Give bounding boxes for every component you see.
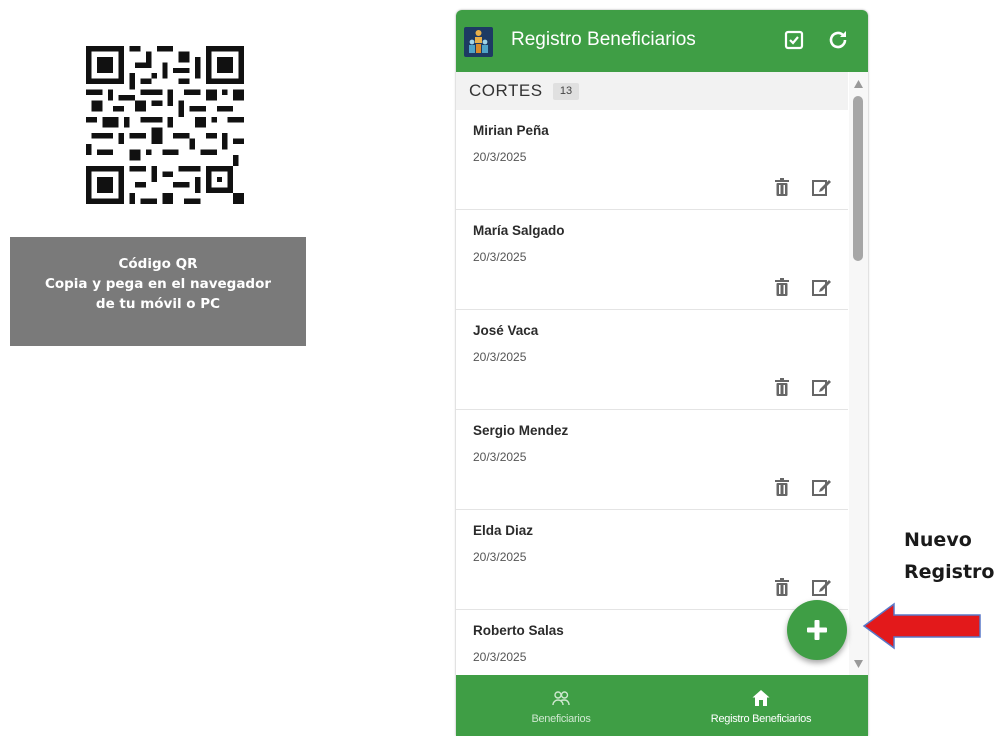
refresh-icon[interactable] bbox=[826, 28, 850, 52]
home-icon bbox=[752, 690, 770, 706]
trash-icon[interactable] bbox=[774, 178, 790, 196]
app-window: Registro Beneficiarios CORTES 13 Mirian … bbox=[456, 10, 868, 736]
scrollbar[interactable] bbox=[849, 72, 868, 676]
record-name: Sergio Mendez bbox=[473, 423, 569, 438]
red-arrow-icon bbox=[862, 602, 981, 650]
record-name: Roberto Salas bbox=[473, 623, 564, 638]
annotation-line: Registro bbox=[904, 561, 995, 583]
edit-icon[interactable] bbox=[812, 178, 832, 196]
record-card[interactable]: José Vaca 20/3/2025 bbox=[456, 310, 848, 410]
nav-item-registro-beneficiarios[interactable]: Registro Beneficiarios bbox=[671, 675, 851, 736]
trash-icon[interactable] bbox=[774, 578, 790, 596]
section-header: CORTES 13 bbox=[456, 72, 848, 111]
edit-icon[interactable] bbox=[812, 378, 832, 396]
qr-caption-title: Código QR bbox=[118, 256, 198, 272]
add-record-button[interactable] bbox=[787, 600, 847, 660]
bottom-navigation: Beneficiarios Registro Beneficiarios bbox=[456, 675, 868, 736]
scroll-down-arrow-icon[interactable] bbox=[854, 660, 863, 668]
nav-label: Registro Beneficiarios bbox=[710, 713, 812, 725]
record-card[interactable]: Sergio Mendez 20/3/2025 bbox=[456, 410, 848, 510]
edit-icon[interactable] bbox=[812, 478, 832, 496]
edit-icon[interactable] bbox=[812, 278, 832, 296]
scroll-up-arrow-icon[interactable] bbox=[854, 80, 863, 88]
nav-item-beneficiarios[interactable]: Beneficiarios bbox=[501, 675, 621, 736]
record-card[interactable]: Mirian Peña 20/3/2025 bbox=[456, 110, 848, 210]
people-icon bbox=[552, 691, 570, 706]
records-list: Mirian Peña 20/3/2025 María Salgado 20/3… bbox=[456, 110, 848, 675]
record-name: María Salgado bbox=[473, 223, 565, 238]
record-name: José Vaca bbox=[473, 323, 539, 338]
annotation-text: Nuevo Registro bbox=[904, 524, 994, 588]
record-date: 20/3/2025 bbox=[473, 650, 527, 664]
app-header: Registro Beneficiarios bbox=[456, 10, 868, 72]
record-date: 20/3/2025 bbox=[473, 150, 527, 164]
record-date: 20/3/2025 bbox=[473, 450, 527, 464]
qr-caption-line: Copia y pega en el navegador bbox=[44, 276, 272, 292]
count-badge: 13 bbox=[553, 83, 579, 100]
app-title: Registro Beneficiarios bbox=[511, 29, 696, 50]
record-date: 20/3/2025 bbox=[473, 250, 527, 264]
checkbox-icon[interactable] bbox=[782, 28, 806, 52]
record-name: Elda Diaz bbox=[473, 523, 534, 538]
record-name: Mirian Peña bbox=[473, 123, 549, 138]
plus-icon bbox=[807, 620, 827, 640]
trash-icon[interactable] bbox=[774, 378, 790, 396]
scrollbar-thumb[interactable] bbox=[853, 96, 863, 261]
record-card[interactable]: Elda Diaz 20/3/2025 bbox=[456, 510, 848, 610]
trash-icon[interactable] bbox=[774, 478, 790, 496]
trash-icon[interactable] bbox=[774, 278, 790, 296]
record-card[interactable]: María Salgado 20/3/2025 bbox=[456, 210, 848, 310]
qr-code bbox=[86, 46, 244, 204]
qr-caption: Código QR Copia y pega en el navegador d… bbox=[10, 237, 306, 346]
nav-label: Beneficiarios bbox=[531, 713, 591, 725]
annotation-line: Nuevo bbox=[904, 529, 972, 551]
edit-icon[interactable] bbox=[812, 578, 832, 596]
qr-caption-line: de tu móvil o PC bbox=[95, 296, 221, 312]
section-title: CORTES bbox=[469, 81, 543, 100]
app-logo bbox=[464, 27, 493, 57]
record-date: 20/3/2025 bbox=[473, 550, 527, 564]
record-date: 20/3/2025 bbox=[473, 350, 527, 364]
